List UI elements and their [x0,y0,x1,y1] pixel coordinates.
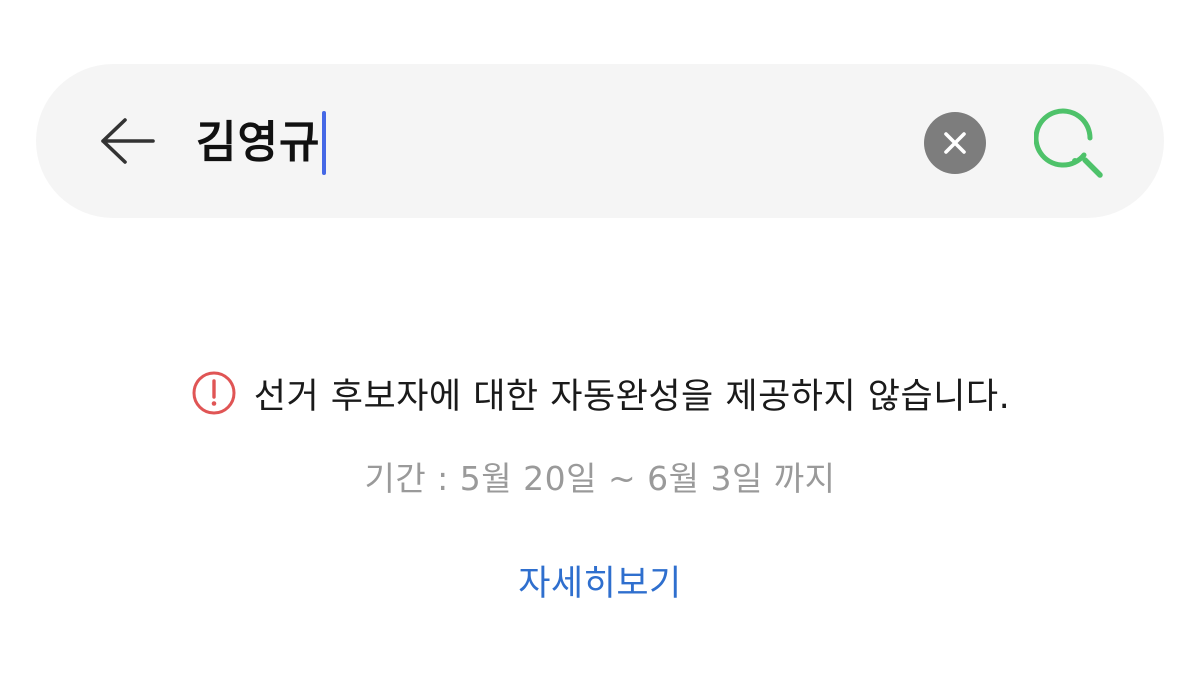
text-caret [322,111,327,175]
search-input[interactable]: 김영규 [196,108,327,178]
search-button[interactable] [1030,104,1114,182]
search-query-text: 김영규 [196,117,321,168]
clear-search-button[interactable] [924,112,986,174]
notice-message: 선거 후보자에 대한 자동완성을 제공하지 않습니다. [253,376,1011,417]
notice-period: 기간 : 5월 20일 ~ 6월 3일 까지 [364,459,836,498]
details-link[interactable]: 자세히보기 [0,555,1200,606]
back-arrow-icon [101,118,155,164]
notice-row: 선거 후보자에 대한 자동완성을 제공하지 않습니다. [0,366,1200,420]
alert-circle-icon [190,369,238,417]
close-icon [944,132,966,154]
back-button[interactable] [92,108,162,174]
search-icon [1034,108,1103,178]
search-page: 김영규 선거 후보자에 대한 자동완성을 제공하지 않습니다. 기간 : 5월 … [0,0,1200,679]
